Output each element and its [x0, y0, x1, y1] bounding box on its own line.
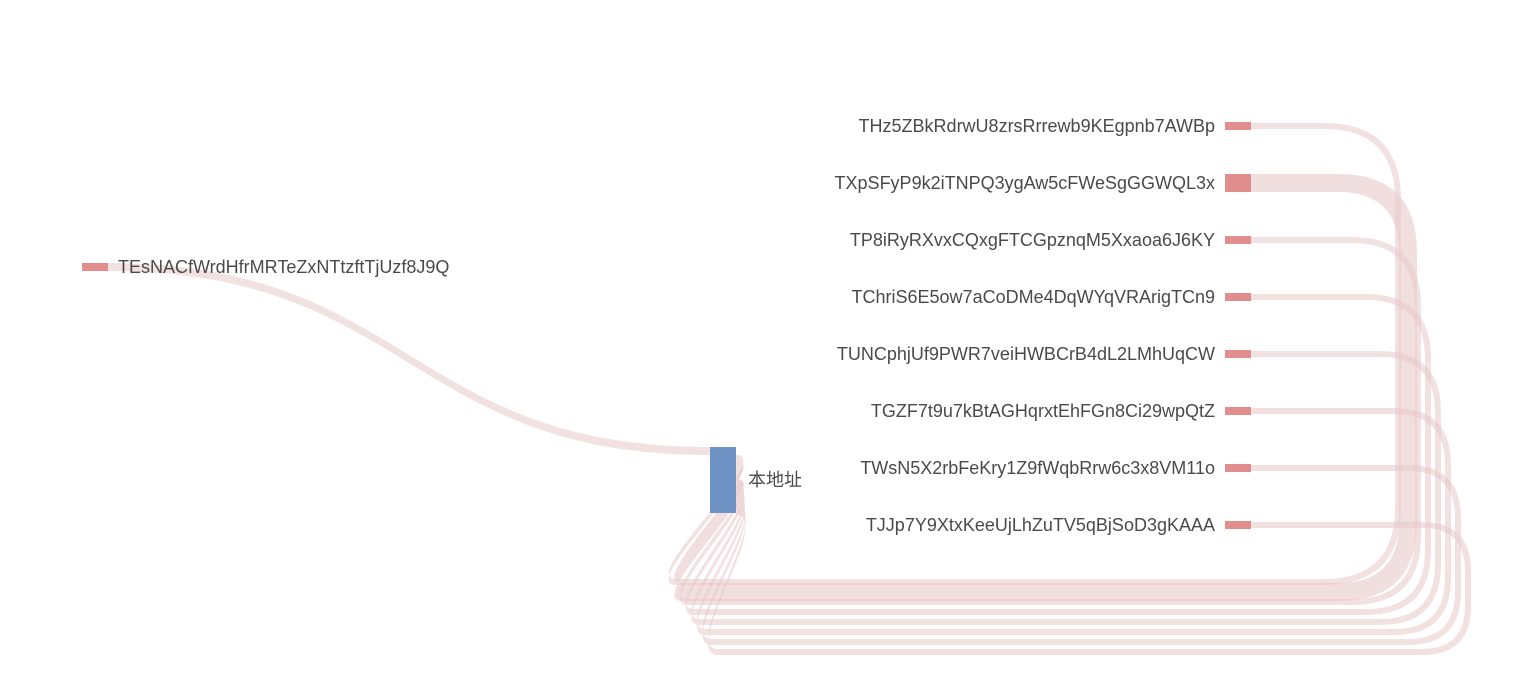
source-node-label: TEsNACfWrdHfrMRTeZxNTtzftTjUzf8J9Q [118, 257, 449, 277]
source-node-rect [82, 263, 108, 271]
target-node-rect [1225, 122, 1251, 130]
target-node-rect [1225, 407, 1251, 415]
source-node[interactable]: TEsNACfWrdHfrMRTeZxNTtzftTjUzf8J9Q [82, 257, 449, 277]
flows-group [108, 123, 1471, 655]
target-node-label: TJJp7Y9XtxKeeUjLhZuTV5qBjSoD3gKAAA [866, 515, 1215, 535]
center-node[interactable]: 本地址 [710, 447, 802, 513]
target-node[interactable]: TWsN5X2rbFeKry1Z9fWqbRrw6c3x8VM11o [860, 458, 1251, 478]
sankey-diagram: TEsNACfWrdHfrMRTeZxNTtzftTjUzf8J9Q 本地址 T… [0, 0, 1523, 686]
target-node[interactable]: THz5ZBkRdrwU8zrsRrrewb9KEgpnb7AWBp [859, 116, 1251, 136]
target-node-label: TChriS6E5ow7aCoDMe4DqWYqVRArigTCn9 [852, 287, 1215, 307]
target-node-label: THz5ZBkRdrwU8zrsRrrewb9KEgpnb7AWBp [859, 116, 1215, 136]
target-node-rect [1225, 350, 1251, 358]
center-node-label: 本地址 [748, 470, 802, 490]
target-node-rect [1225, 521, 1251, 529]
target-node[interactable]: TP8iRyRXvxCQxgFTCGpznqM5Xxaoa6J6KY [850, 230, 1251, 250]
target-node-rect [1225, 174, 1251, 192]
nodes-group: TEsNACfWrdHfrMRTeZxNTtzftTjUzf8J9Q 本地址 T… [82, 116, 1251, 535]
target-node-label: TP8iRyRXvxCQxgFTCGpznqM5Xxaoa6J6KY [850, 230, 1215, 250]
target-node-label: TXpSFyP9k2iTNPQ3ygAw5cFWeSgGGWQL3x [835, 173, 1215, 193]
flow [686, 294, 1431, 615]
target-node[interactable]: TJJp7Y9XtxKeeUjLhZuTV5qBjSoD3gKAAA [866, 515, 1251, 535]
target-node[interactable]: TXpSFyP9k2iTNPQ3ygAw5cFWeSgGGWQL3x [835, 173, 1251, 193]
target-node-label: TGZF7t9u7kBtAGHqrxtEhFGn8Ci29wpQtZ [871, 401, 1215, 421]
target-node-rect [1225, 464, 1251, 472]
target-node-label: TWsN5X2rbFeKry1Z9fWqbRrw6c3x8VM11o [860, 458, 1215, 478]
flow [108, 263, 710, 455]
target-node[interactable]: TChriS6E5ow7aCoDMe4DqWYqVRArigTCn9 [852, 287, 1251, 307]
target-node[interactable]: TUNCphjUf9PWR7veiHWBCrB4dL2LMhUqCW [837, 344, 1251, 364]
center-node-rect [710, 447, 736, 513]
target-node-label: TUNCphjUf9PWR7veiHWBCrB4dL2LMhUqCW [837, 344, 1215, 364]
targets-group: THz5ZBkRdrwU8zrsRrrewb9KEgpnb7AWBp TXpSFy… [835, 116, 1251, 535]
flow [703, 465, 1461, 645]
target-node-rect [1225, 236, 1251, 244]
target-node[interactable]: TGZF7t9u7kBtAGHqrxtEhFGn8Ci29wpQtZ [871, 401, 1251, 421]
target-node-rect [1225, 293, 1251, 301]
